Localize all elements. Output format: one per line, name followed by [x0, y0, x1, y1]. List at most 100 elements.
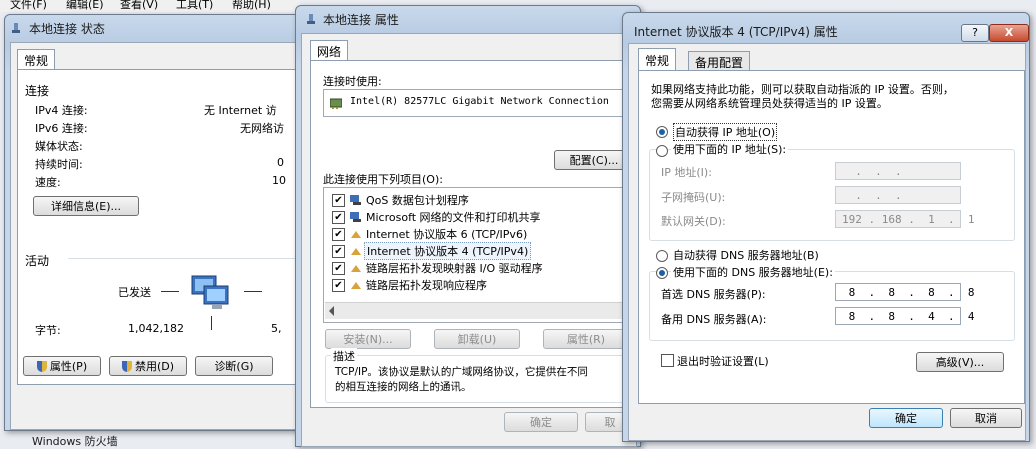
alternate-dns-field[interactable]: 8 . 8 . 4 . 4: [835, 307, 974, 325]
status-client: 常规 连接 IPv4 连接: 无 Internet 访 IPv6 连接: 无网络…: [10, 42, 315, 430]
auto-ip-radio[interactable]: [656, 126, 668, 138]
tab-general[interactable]: 常规: [17, 49, 56, 71]
background-firewall-link[interactable]: Windows 防火墙: [32, 433, 118, 449]
item-label: Internet 协议版本 4 (TCP/IPv4): [364, 242, 532, 260]
subnet-field[interactable]: . . .: [835, 186, 961, 204]
item-checkbox[interactable]: ✔: [332, 194, 345, 207]
item-checkbox[interactable]: ✔: [332, 228, 345, 241]
properties-ok-button[interactable]: 确定: [504, 412, 578, 432]
manual-dns-radio[interactable]: [656, 267, 668, 279]
bytes-label: 字节:: [35, 324, 61, 337]
gateway-label: 默认网关(D):: [661, 215, 726, 228]
disable-label: 禁用(D): [134, 360, 175, 373]
media-state-label: 媒体状态:: [35, 140, 83, 153]
list-item[interactable]: ✔ QoS 数据包计划程序: [324, 192, 636, 208]
install-button[interactable]: 安装(N)...: [325, 329, 411, 349]
item-checkbox[interactable]: ✔: [332, 279, 345, 292]
ipv4-cancel-button[interactable]: 取消: [950, 408, 1022, 428]
ipv4-label: IPv4 连接:: [35, 104, 88, 117]
dns-group: [649, 271, 1015, 341]
network-icon: [306, 14, 316, 26]
validate-checkbox[interactable]: [661, 354, 674, 367]
tab-network[interactable]: 网络: [310, 40, 349, 62]
qos-icon: [349, 194, 363, 206]
scroll-left-icon[interactable]: [329, 306, 334, 316]
disable-button[interactable]: 禁用(D): [109, 356, 187, 376]
alternate-dns-label: 备用 DNS 服务器(A):: [661, 313, 767, 326]
close-button[interactable]: X: [989, 24, 1029, 42]
shield-icon: [121, 361, 132, 372]
item-checkbox[interactable]: ✔: [332, 211, 345, 224]
item-label: 链路层拓扑发现映射器 I/O 驱动程序: [366, 262, 543, 275]
properties-window: 本地连接 属性 网络 连接时使用: Intel(R) 82577LC Gigab…: [295, 5, 641, 447]
activity-header: 活动: [25, 254, 50, 268]
sent-line: [161, 291, 179, 292]
details-button[interactable]: 详细信息(E)...: [33, 196, 139, 216]
speed-value: 10: [272, 174, 286, 187]
preferred-dns-label: 首选 DNS 服务器(P):: [661, 288, 766, 301]
description-line-1: TCP/IP。该协议是默认的广域网络协议，它提供在不同: [335, 366, 588, 378]
item-label: 链路层拓扑发现响应程序: [366, 279, 487, 292]
status-properties-label: 属性(P): [49, 360, 88, 373]
item-checkbox[interactable]: ✔: [332, 262, 345, 275]
horizontal-scrollbar[interactable]: [325, 302, 635, 319]
items-label: 此连接使用下列项目(O):: [323, 173, 443, 186]
menu-edit[interactable]: 编辑(E): [66, 0, 104, 12]
gateway-field[interactable]: 192 . 168 . 1 . 1: [835, 210, 974, 228]
manual-ip-label[interactable]: 使用下面的 IP 地址(S):: [671, 141, 789, 157]
menu-help[interactable]: 帮助(H): [232, 0, 271, 12]
advanced-button[interactable]: 高级(V)...: [916, 352, 1004, 372]
uninstall-button[interactable]: 卸载(U): [434, 329, 520, 349]
ip-address-field[interactable]: . . .: [835, 162, 961, 180]
item-label: QoS 数据包计划程序: [366, 194, 469, 207]
description-line-2: 的相互连接的网络上的通讯。: [335, 381, 472, 393]
status-properties-button[interactable]: 属性(P): [23, 356, 101, 376]
list-item[interactable]: ✔ Internet 协议版本 6 (TCP/IPv6): [324, 226, 636, 242]
items-list: ✔ QoS 数据包计划程序 ✔ Microsoft 网络的文件和打印机共享 ✔ …: [323, 187, 637, 323]
manual-dns-label[interactable]: 使用下面的 DNS 服务器地址(E):: [671, 264, 835, 280]
description-label: 描述: [331, 348, 357, 364]
tab-general[interactable]: 常规: [638, 48, 677, 72]
ipv6-label: IPv6 连接:: [35, 122, 88, 135]
item-properties-button[interactable]: 属性(R): [543, 329, 629, 349]
menu-view[interactable]: 查看(V): [120, 0, 158, 12]
help-button[interactable]: ?: [961, 24, 989, 42]
shield-icon: [36, 361, 47, 372]
properties-window-title: 本地连接 属性: [323, 13, 399, 27]
ipv4-window-title: Internet 协议版本 4 (TCP/IPv4) 属性: [634, 25, 838, 39]
manual-ip-radio[interactable]: [656, 145, 668, 157]
list-item[interactable]: ✔ 链路层拓扑发现映射器 I/O 驱动程序: [324, 260, 636, 276]
network-icon: [11, 23, 21, 35]
validate-label[interactable]: 退出时验证设置(L): [677, 353, 769, 369]
subnet-label: 子网掩码(U):: [661, 191, 726, 204]
status-window-title: 本地连接 状态: [29, 22, 105, 36]
duration-label: 持续时间:: [35, 158, 83, 171]
ip-address-label: IP 地址(I):: [661, 166, 712, 179]
properties-tab-pane: 连接时使用: Intel(R) 82577LC Gigabit Network …: [310, 60, 637, 408]
speed-label: 速度:: [35, 176, 61, 189]
protocol-icon: [349, 263, 363, 273]
protocol-icon: [349, 280, 363, 290]
list-item[interactable]: ✔ Microsoft 网络的文件和打印机共享: [324, 209, 636, 225]
ipv4-tab-pane: 如果网络支持此功能，则可以获取自动指派的 IP 设置。否则， 您需要从网络系统管…: [638, 70, 1025, 404]
menu-file[interactable]: 文件(F): [10, 0, 47, 12]
adapter-name: Intel(R) 82577LC Gigabit Network Connect…: [350, 96, 609, 107]
auto-dns-radio[interactable]: [656, 250, 668, 262]
bytes-recv-value: 5,: [271, 322, 282, 335]
list-item-selected[interactable]: ✔ Internet 协议版本 4 (TCP/IPv4): [324, 242, 636, 260]
file-sharing-icon: [349, 211, 363, 223]
network-adapter-icon: [329, 97, 343, 109]
protocol-icon: [349, 229, 363, 239]
menu-tools[interactable]: 工具(T): [176, 0, 213, 12]
list-item[interactable]: ✔ 链路层拓扑发现响应程序: [324, 277, 636, 293]
ipv4-ok-button[interactable]: 确定: [869, 408, 943, 428]
diagnose-button[interactable]: 诊断(G): [195, 356, 273, 376]
item-label: Microsoft 网络的文件和打印机共享: [366, 211, 541, 224]
connect-using-label: 连接时使用:: [323, 75, 382, 88]
item-checkbox[interactable]: ✔: [332, 245, 345, 258]
ipv4-window: Internet 协议版本 4 (TCP/IPv4) 属性 ? X 常规 备用配…: [622, 12, 1030, 442]
auto-dns-label[interactable]: 自动获得 DNS 服务器地址(B): [673, 247, 819, 263]
preferred-dns-field[interactable]: 8 . 8 . 8 . 8: [835, 283, 974, 301]
auto-ip-label[interactable]: 自动获得 IP 地址(O): [673, 123, 778, 141]
activity-divider: [68, 258, 298, 259]
